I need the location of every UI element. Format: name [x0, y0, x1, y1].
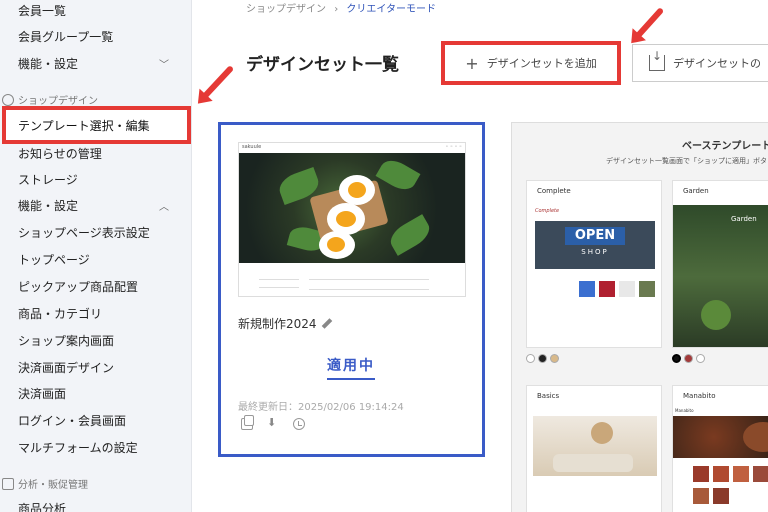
palette-icon	[2, 93, 14, 106]
template-name: Basics	[537, 392, 560, 400]
base-templates-title: ベーステンプレート	[682, 141, 768, 152]
sidebar-item-shop-page[interactable]: ショップページ表示設定	[18, 224, 150, 241]
breadcrumb-parent[interactable]: ショップデザイン	[246, 4, 326, 15]
preview-hero-image	[239, 153, 465, 263]
swatch-beige[interactable]	[550, 354, 559, 363]
applied-status: 適用中	[327, 355, 375, 380]
sidebar-item-settings[interactable]: 機能・設定	[18, 55, 78, 72]
template-brand: Manabito	[675, 408, 694, 413]
sidebar-item-multiform[interactable]: マルチフォームの設定	[18, 439, 138, 456]
card-actions	[241, 415, 305, 430]
pencil-icon[interactable]	[321, 318, 333, 330]
breadcrumb-current[interactable]: クリエイターモード	[346, 4, 436, 15]
template-brand: Complete	[535, 208, 560, 214]
base-templates-subtitle: デザインセット一覧画面で「ショップに適用」ボタンを押さ	[606, 157, 768, 165]
section-label: ショップデザイン	[18, 96, 98, 107]
section-shop-design: ショップデザイン	[0, 92, 98, 107]
plus-icon: +	[465, 53, 479, 73]
chevron-down-icon[interactable]: ﹀	[159, 56, 169, 71]
last-updated: 最終更新日：2025/02/06 19:14:24	[238, 402, 404, 413]
preview-header: sakuule ◦ ◦ ◦ ◦	[239, 143, 465, 152]
download-design-set-label: デザインセットの	[673, 57, 761, 70]
sidebar-item-checkout-design[interactable]: 決済画面デザイン	[18, 359, 114, 376]
swatch-red[interactable]	[684, 354, 693, 363]
sidebar-item-storage[interactable]: ストレージ	[18, 171, 78, 188]
template-color-swatches	[526, 354, 559, 363]
template-hero-image: Garden	[673, 205, 768, 347]
template-card-complete[interactable]: Complete Complete OPEN SHOP	[526, 180, 662, 348]
swatch-white[interactable]	[526, 354, 535, 363]
section-label: 分析・販促管理	[18, 480, 88, 491]
annotation-arrow-sidebar	[199, 64, 235, 102]
template-hero-image	[673, 416, 768, 458]
template-sign-bottom: SHOP	[581, 248, 609, 256]
sidebar-item-shop-guide[interactable]: ショップ案内画面	[18, 332, 114, 349]
swatch-black-selected[interactable]	[672, 354, 681, 363]
preview-brand: sakuule	[242, 144, 262, 150]
template-name: Garden	[683, 187, 709, 195]
section-analytics: 分析・販促管理	[0, 476, 88, 491]
sidebar-item-settings-2[interactable]: 機能・設定	[18, 197, 78, 214]
sidebar-item-checkout[interactable]: 決済画面	[18, 385, 66, 402]
breadcrumb-separator: ›	[334, 4, 339, 15]
template-color-swatches	[672, 354, 705, 363]
template-card-manabito[interactable]: Manabito Manabito	[672, 385, 768, 512]
download-icon	[649, 49, 665, 71]
swatch-white[interactable]	[696, 354, 705, 363]
add-design-set-label: デザインセットを追加	[486, 57, 597, 70]
template-hero-image	[533, 416, 657, 476]
download-icon[interactable]	[267, 416, 279, 430]
template-card-garden[interactable]: Garden Garden	[672, 180, 768, 348]
sidebar-item-notices[interactable]: お知らせの管理	[18, 145, 102, 162]
design-set-card[interactable]: sakuule ◦ ◦ ◦ ◦ 新規制作2024 適用中 最終更新日：2025/…	[218, 122, 485, 457]
template-sign-top: OPEN	[565, 227, 625, 245]
history-icon[interactable]	[293, 418, 305, 430]
template-name: Complete	[537, 187, 571, 195]
sidebar-item-pickup[interactable]: ピックアップ商品配置	[18, 278, 138, 295]
sidebar: 会員一覧 会員グループ一覧 機能・設定 ﹀ ショップデザイン テンプレート選択・…	[0, 0, 192, 512]
sidebar-item-top-page[interactable]: トップページ	[18, 251, 90, 268]
sidebar-item-product-analytics[interactable]: 商品分析	[18, 500, 66, 512]
design-set-preview[interactable]: sakuule ◦ ◦ ◦ ◦	[238, 142, 466, 297]
sidebar-item-template-select[interactable]: テンプレート選択・編集	[18, 117, 150, 134]
design-set-name-label: 新規制作2024	[238, 317, 317, 331]
add-design-set-button[interactable]: + デザインセットを追加	[441, 41, 621, 85]
sidebar-item-member-groups[interactable]: 会員グループ一覧	[18, 28, 113, 45]
sidebar-item-login[interactable]: ログイン・会員画面	[18, 412, 126, 429]
page-title: デザインセット一覧	[246, 55, 399, 75]
template-card-basics[interactable]: Basics	[526, 385, 662, 512]
design-set-name: 新規制作2024	[238, 315, 333, 332]
base-templates-panel: ベーステンプレート デザインセット一覧画面で「ショップに適用」ボタンを押さ Co…	[511, 122, 768, 512]
preview-lower-section	[239, 265, 465, 296]
template-name: Manabito	[683, 392, 716, 400]
template-overlay-text: Garden	[731, 215, 757, 223]
sidebar-item-member-list[interactable]: 会員一覧	[18, 2, 66, 19]
copy-icon[interactable]	[241, 415, 254, 430]
chart-icon	[2, 477, 14, 490]
sidebar-item-products[interactable]: 商品・カテゴリ	[18, 305, 102, 322]
template-hero-image: OPEN SHOP	[535, 221, 655, 269]
download-design-set-button[interactable]: デザインセットの	[632, 44, 768, 82]
preview-nav-icons: ◦ ◦ ◦ ◦	[445, 144, 462, 150]
chevron-up-icon[interactable]: ︿	[159, 198, 169, 213]
breadcrumb: ショップデザイン › クリエイターモード	[246, 0, 436, 15]
swatch-black[interactable]	[538, 354, 547, 363]
annotation-arrow-add	[633, 6, 665, 41]
